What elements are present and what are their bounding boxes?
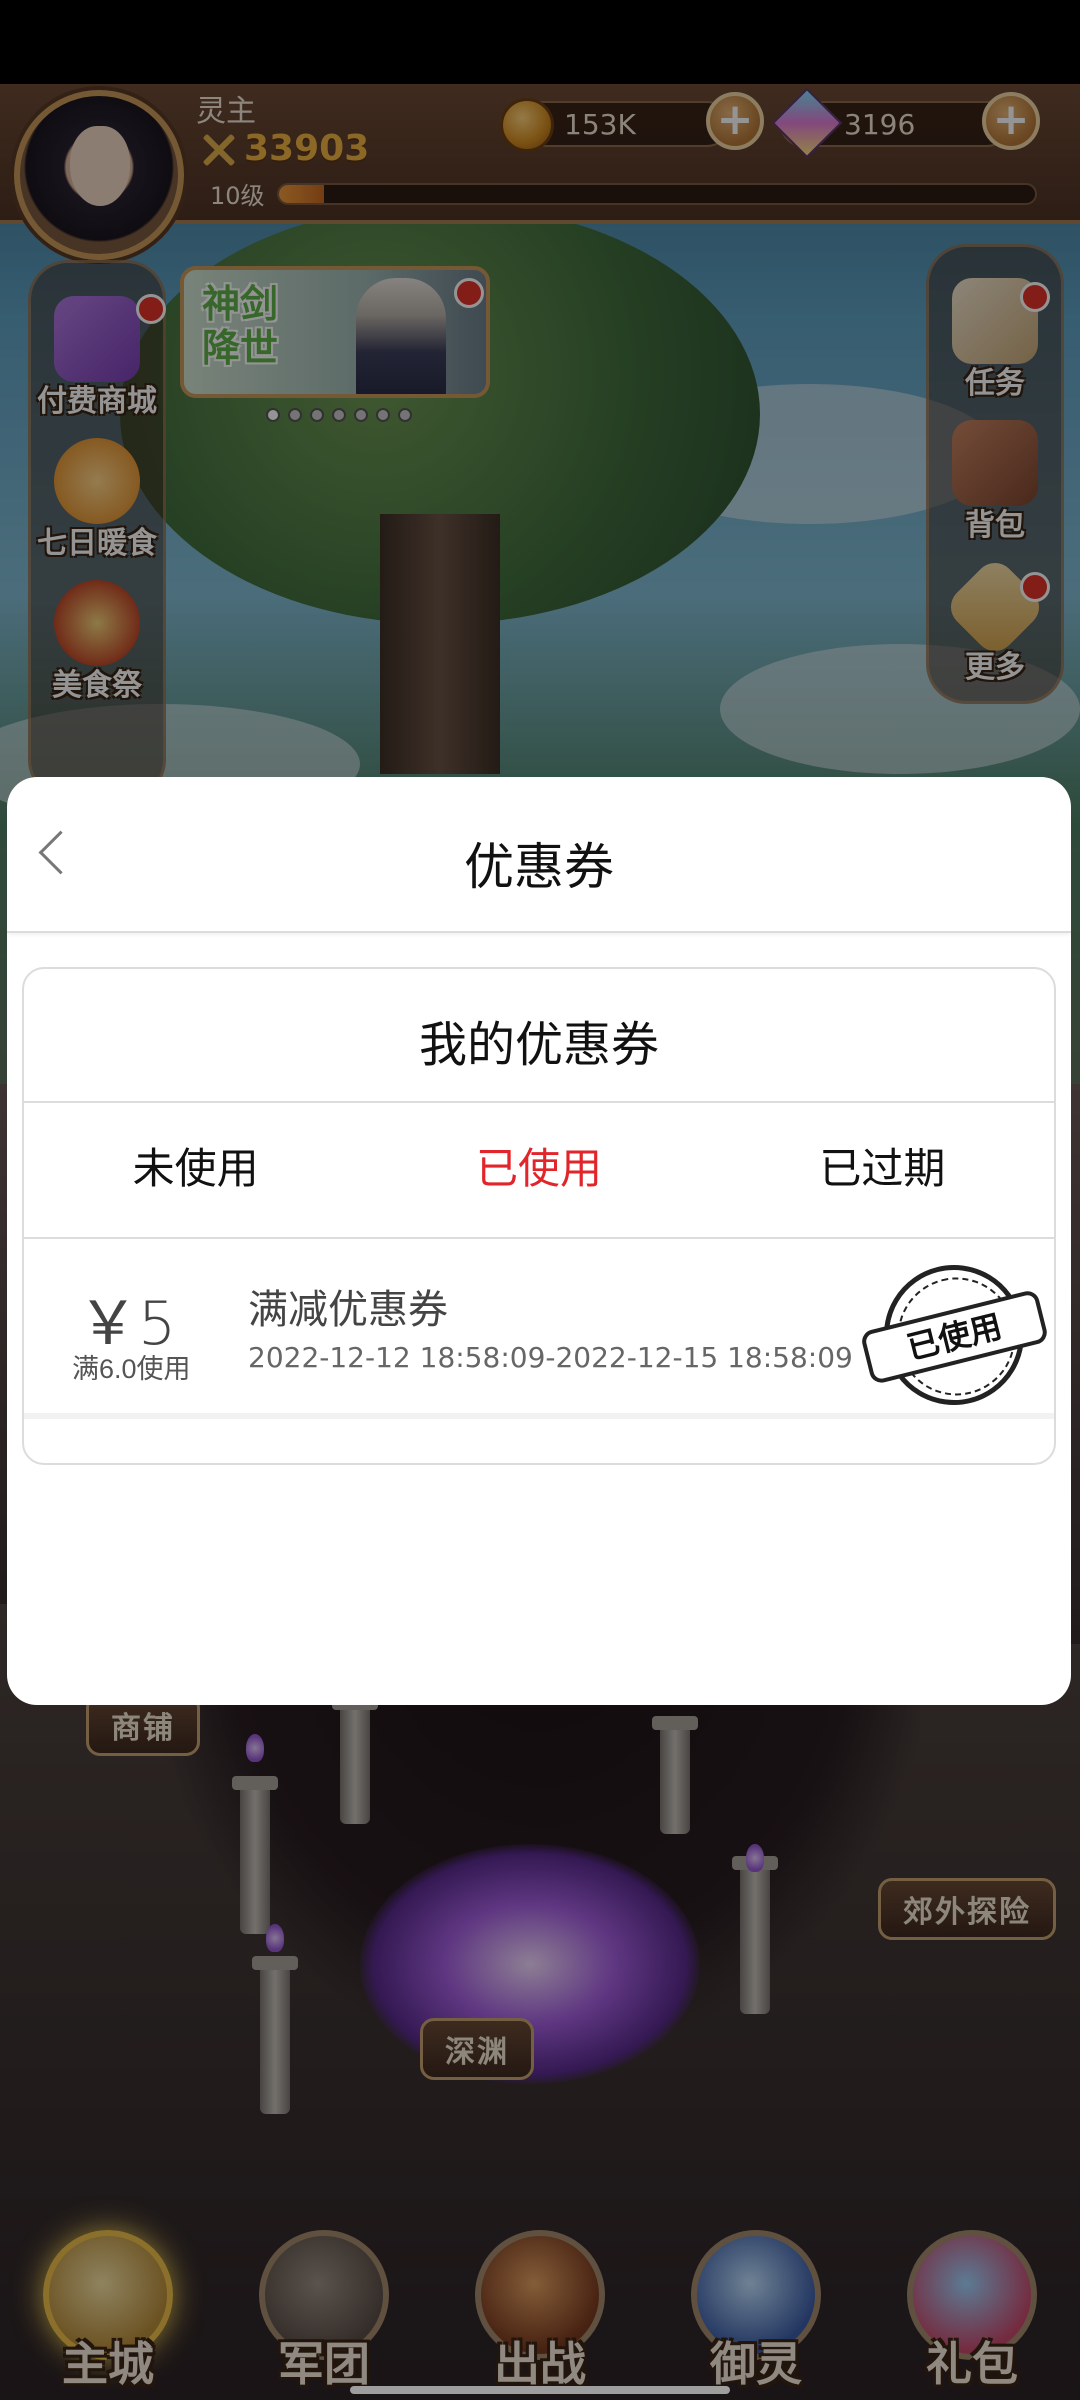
- coupon-tabs: 未使用 已使用 已过期: [24, 1103, 1054, 1239]
- my-coupons-card: 我的优惠券 未使用 已使用 已过期 ￥5 满6.0使用 满减优惠券 2022-1…: [22, 967, 1056, 1465]
- coupon-modal: 优惠券 我的优惠券 未使用 已使用 已过期 ￥5 满6.0使用 满减优惠券 20…: [7, 777, 1071, 1705]
- used-stamp-label: 已使用: [859, 1288, 1050, 1386]
- modal-header: 优惠券: [7, 777, 1071, 933]
- coupon-item[interactable]: ￥5 满6.0使用 满减优惠券 2022-12-12 18:58:09-2022…: [24, 1239, 1054, 1420]
- used-stamp: 已使用: [859, 1250, 1050, 1420]
- coupon-name: 满减优惠券: [248, 1288, 448, 1332]
- card-title-row: 我的优惠券: [24, 969, 1054, 1103]
- coupon-validity: 2022-12-12 18:58:09-2022-12-15 18:58:09: [248, 1341, 853, 1374]
- tab-unused[interactable]: 未使用: [24, 1103, 367, 1237]
- coupon-condition: 满6.0使用: [72, 1354, 191, 1384]
- tab-used[interactable]: 已使用: [367, 1103, 710, 1237]
- tab-expired[interactable]: 已过期: [711, 1103, 1054, 1237]
- home-indicator[interactable]: [350, 2386, 730, 2394]
- card-title: 我的优惠券: [418, 1019, 659, 1072]
- modal-title: 优惠券: [464, 839, 614, 895]
